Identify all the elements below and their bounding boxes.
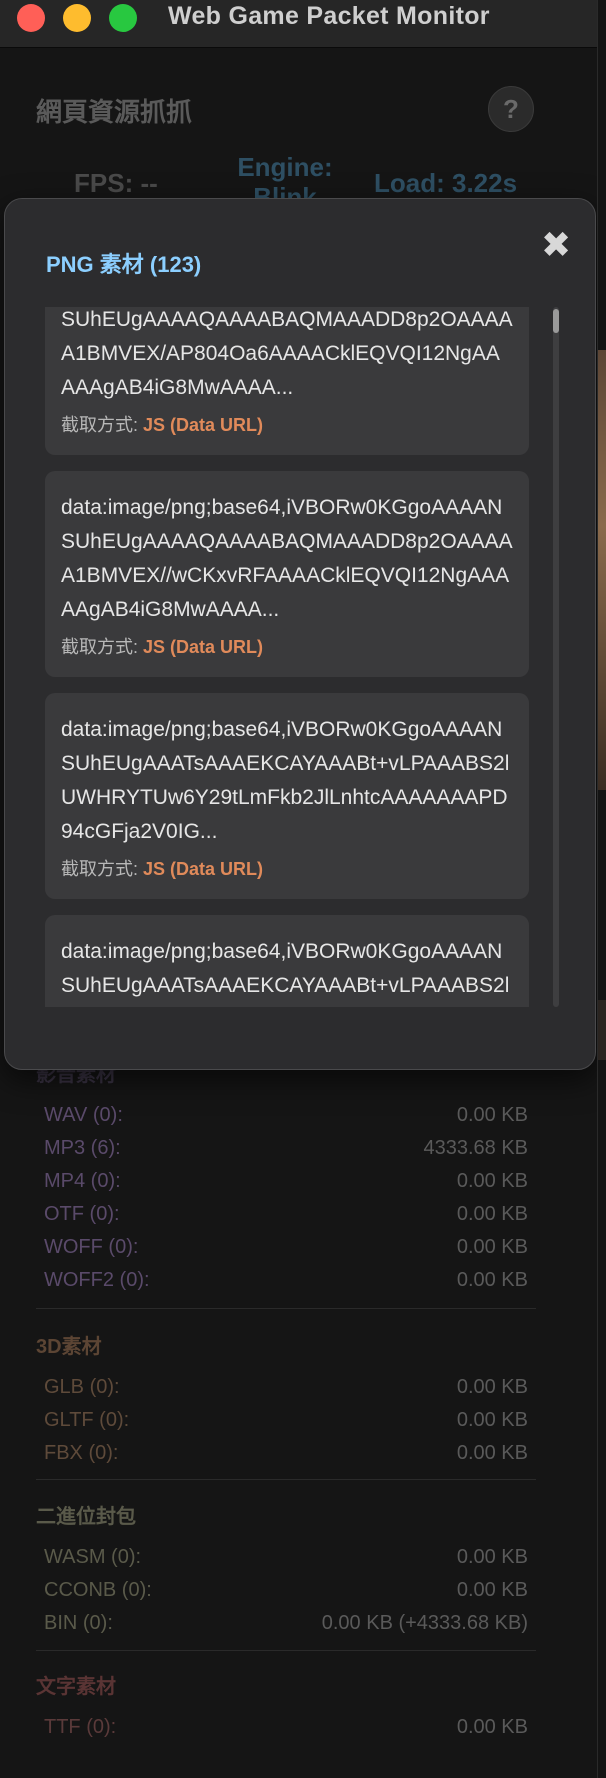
resource-size: 0.00 KB [456,1269,528,1291]
section-divider [36,1650,536,1651]
capture-method: 截取方式: JS (Data URL) [61,855,513,881]
resource-type: TTF (0): [44,1716,117,1738]
resource-size: 4333.68 KB [423,1137,528,1159]
resource-card[interactable]: data:image/png;base64,iVBORw0KGgoAAAANSU… [45,471,529,677]
resource-type: BIN (0): [44,1612,113,1634]
capture-method: 截取方式: JS (Data URL) [61,633,513,659]
title-bar: Web Game Packet Monitor [0,0,597,48]
scrollbar-thumb[interactable] [553,309,559,333]
resource-size: 0.00 KB [456,1579,528,1601]
resource-size: 0.00 KB [456,1104,528,1126]
resource-size: 0.00 KB [456,1442,528,1464]
resource-type: MP4 (0): [44,1170,121,1192]
resource-url: data:image/png;base64,iVBORw0KGgoAAAANSU… [61,940,510,997]
resource-type: OTF (0): [44,1203,120,1225]
resource-row[interactable]: OTF (0): 0.00 KB [36,1198,536,1231]
resource-url: data:image/png;base64,iVBORw0KGgoAAAANSU… [61,496,513,621]
capture-method-label: 截取方式: [61,415,139,435]
load-stat: Load: 3.22s [374,168,518,198]
resource-row[interactable]: WASM (0): 0.00 KB [36,1541,536,1574]
section-divider [36,1479,536,1480]
fps-stat: FPS: -- [74,168,158,198]
media-section: 影音素材 WAV (0): 0.00 KB MP3 (6): 4333.68 KB … [36,1058,536,1297]
resource-type: WAV (0): [44,1104,123,1126]
resource-row[interactable]: CCONB (0): 0.00 KB [36,1574,536,1607]
resource-type: WASM (0): [44,1546,142,1568]
resource-type: FBX (0): [44,1442,119,1464]
resource-type: WOFF2 (0): [44,1269,150,1291]
resource-card[interactable]: data:image/png;base64,iVBORw0KGgoAAAANSU… [45,915,529,1007]
resource-size: 0.00 KB [456,1409,528,1431]
resource-size: 0.00 KB [456,1170,528,1192]
resource-size: 0.00 KB [456,1203,528,1225]
resource-type: CCONB (0): [44,1579,152,1601]
window-title: Web Game Packet Monitor [168,2,490,30]
resource-row[interactable]: GLTF (0): 0.00 KB [36,1404,536,1437]
resource-row[interactable]: FBX (0): 0.00 KB [36,1437,536,1470]
panel-title: 網頁資源抓抓 [36,97,193,127]
section-title: 二進位封包 [36,1506,136,1528]
resource-type: GLTF (0): [44,1409,130,1431]
resource-row[interactable]: MP4 (0): 0.00 KB [36,1165,536,1198]
modal-title: PNG 素材 (123) [46,252,202,277]
help-button[interactable]: ? [488,86,534,132]
capture-method-value: JS (Data URL) [143,415,264,435]
resource-card[interactable]: data:image/png;base64,iVBORw0KGgoAAAANSU… [45,693,529,899]
resource-row[interactable]: BIN (0): 0.00 KB (+4333.68 KB) [36,1607,536,1640]
resource-type: WOFF (0): [44,1236,139,1258]
capture-method-label: 截取方式: [61,859,139,879]
resource-url: data:image/png;base64,iVBORw0KGgoAAAANSU… [61,308,513,399]
scrollbar[interactable] [553,307,559,1007]
text-section: 文字素材 TTF (0): 0.00 KB [36,1670,536,1744]
model3d-section: 3D素材 GLB (0): 0.00 KB GLTF (0): 0.00 KB FB… [36,1330,536,1470]
zoom-window-button[interactable] [109,4,137,32]
capture-method-value: JS (Data URL) [143,859,264,879]
close-icon[interactable]: ✖ [541,227,571,263]
resource-row[interactable]: GLB (0): 0.00 KB [36,1371,536,1404]
resource-row[interactable]: WAV (0): 0.00 KB [36,1099,536,1132]
capture-method-value: JS (Data URL) [143,637,264,657]
resource-row[interactable]: WOFF (0): 0.00 KB [36,1231,536,1264]
resource-size: 0.00 KB [456,1546,528,1568]
resource-detail-modal: PNG 素材 (123) ✖ data:image/png;base64,iVB… [4,198,596,1070]
resource-size: 0.00 KB (+4333.68 KB) [321,1612,528,1634]
resource-type: MP3 (6): [44,1137,121,1159]
resource-size: 0.00 KB [456,1236,528,1258]
resource-list[interactable]: data:image/png;base64,iVBORw0KGgoAAAANSU… [45,307,559,1007]
resource-size: 0.00 KB [456,1376,528,1398]
resource-card[interactable]: data:image/png;base64,iVBORw0KGgoAAAANSU… [45,307,529,455]
resource-row[interactable]: MP3 (6): 4333.68 KB [36,1132,536,1165]
resource-row[interactable]: TTF (0): 0.00 KB [36,1711,536,1744]
resource-size: 0.00 KB [456,1716,528,1738]
binary-section: 二進位封包 WASM (0): 0.00 KB CCONB (0): 0.00 KB… [36,1500,536,1640]
minimize-window-button[interactable] [63,4,91,32]
resource-type: GLB (0): [44,1376,120,1398]
section-title: 文字素材 [36,1676,116,1698]
resource-url: data:image/png;base64,iVBORw0KGgoAAAANSU… [61,718,510,843]
close-window-button[interactable] [17,4,45,32]
section-divider [36,1308,536,1309]
capture-method-label: 截取方式: [61,637,139,657]
app-window: Web Game Packet Monitor 網頁資源抓抓 ? FPS: --… [0,0,598,1778]
resource-row[interactable]: WOFF2 (0): 0.00 KB [36,1264,536,1297]
capture-method: 截取方式: JS (Data URL) [61,411,513,437]
section-title: 3D素材 [36,1336,102,1358]
